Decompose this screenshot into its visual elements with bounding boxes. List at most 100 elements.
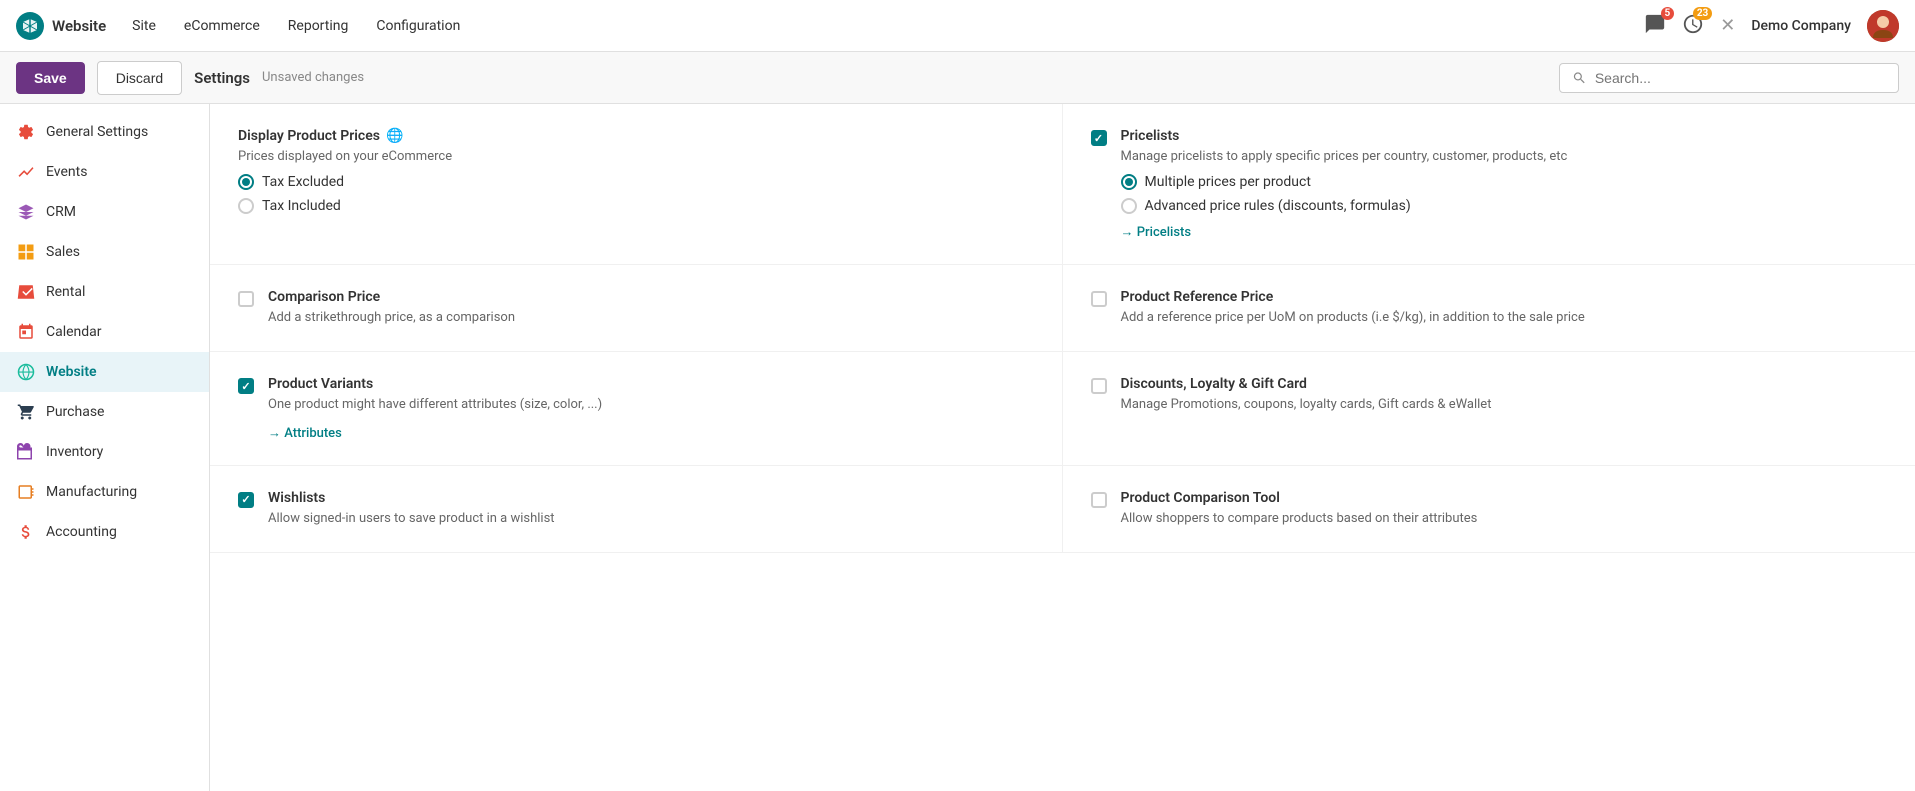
nav-site[interactable]: Site [130,14,158,38]
product-variants-desc: One product might have different attribu… [268,396,1034,414]
product-comparison-desc: Allow shoppers to compare products based… [1121,510,1888,528]
sidebar-item-website[interactable]: Website [0,352,209,392]
sidebar-label: Accounting [46,524,117,540]
app-title: Website [52,17,106,35]
main-layout: General Settings Events CRM Sales Rental [0,104,1915,791]
sidebar: General Settings Events CRM Sales Rental [0,104,210,791]
website-icon [16,362,36,382]
discounts-desc: Manage Promotions, coupons, loyalty card… [1121,396,1888,414]
comparison-price-desc: Add a strikethrough price, as a comparis… [268,309,1034,327]
nav-reporting[interactable]: Reporting [286,14,351,38]
sidebar-item-general-settings[interactable]: General Settings [0,112,209,152]
display-product-prices-cell: Display Product Prices 🌐 Prices displaye… [210,104,1063,265]
rental-icon [16,282,36,302]
sidebar-label: Calendar [46,324,102,340]
display-prices-desc: Prices displayed on your eCommerce [238,148,1034,166]
sidebar-label: Events [46,164,87,180]
sidebar-item-manufacturing[interactable]: Manufacturing [0,472,209,512]
search-input[interactable] [1595,70,1886,86]
advanced-price-label: Advanced price rules (discounts, formula… [1145,198,1411,214]
pricelists-content: Pricelists Manage pricelists to apply sp… [1121,128,1888,240]
pricelists-desc: Manage pricelists to apply specific pric… [1121,148,1888,166]
product-reference-price-content: Product Reference Price Add a reference … [1121,289,1888,327]
wishlists-content: Wishlists Allow signed-in users to save … [268,490,1034,528]
pricelists-radio-group: Multiple prices per product Advanced pri… [1121,174,1888,214]
tax-excluded-radio[interactable] [238,174,254,190]
nav-ecommerce[interactable]: eCommerce [182,14,262,38]
pricelists-checkbox[interactable] [1091,130,1107,146]
advanced-price-option[interactable]: Advanced price rules (discounts, formula… [1121,198,1888,214]
sidebar-item-accounting[interactable]: Accounting [0,512,209,552]
sidebar-label: Rental [46,284,85,300]
product-reference-price-title: Product Reference Price [1121,289,1888,305]
save-button[interactable]: Save [16,62,85,94]
nav-configuration[interactable]: Configuration [374,14,462,38]
user-avatar[interactable] [1867,10,1899,42]
sidebar-item-inventory[interactable]: Inventory [0,432,209,472]
sales-icon [16,242,36,262]
product-reference-price-desc: Add a reference price per UoM on product… [1121,309,1888,327]
multiple-prices-radio[interactable] [1121,174,1137,190]
multiple-prices-option[interactable]: Multiple prices per product [1121,174,1888,190]
tax-excluded-option[interactable]: Tax Excluded [238,174,1034,190]
company-name: Demo Company [1751,18,1851,34]
product-reference-price-checkbox[interactable] [1091,291,1107,307]
toolbar: Save Discard Settings Unsaved changes [0,52,1915,104]
pricelists-cell: Pricelists Manage pricelists to apply sp… [1063,104,1915,265]
top-navigation: Website Site eCommerce Reporting Configu… [0,0,1915,52]
activity-button[interactable]: 23 [1682,13,1704,39]
purchase-icon [16,402,36,422]
general-settings-icon [16,122,36,142]
product-comparison-title: Product Comparison Tool [1121,490,1888,506]
sidebar-label: Inventory [46,444,103,460]
search-bar[interactable] [1559,63,1899,93]
sidebar-item-rental[interactable]: Rental [0,272,209,312]
product-comparison-content: Product Comparison Tool Allow shoppers t… [1121,490,1888,528]
wishlists-desc: Allow signed-in users to save product in… [268,510,1034,528]
multiple-prices-label: Multiple prices per product [1145,174,1311,190]
comparison-price-title: Comparison Price [268,289,1034,305]
globe-icon: 🌐 [386,128,403,144]
tax-radio-group: Tax Excluded Tax Included [238,174,1034,214]
sidebar-label: Purchase [46,404,104,420]
sidebar-item-crm[interactable]: CRM [0,192,209,232]
display-prices-title-text: Display Product Prices [238,128,380,144]
sidebar-item-sales[interactable]: Sales [0,232,209,272]
advanced-price-radio[interactable] [1121,198,1137,214]
activity-badge: 23 [1693,7,1712,20]
calendar-icon [16,322,36,342]
settings-content: Display Product Prices 🌐 Prices displaye… [210,104,1915,791]
comparison-price-content: Comparison Price Add a strikethrough pri… [268,289,1034,327]
product-variants-title: Product Variants [268,376,1034,392]
sidebar-label: CRM [46,204,76,220]
app-logo[interactable]: Website [16,12,106,40]
sidebar-item-calendar[interactable]: Calendar [0,312,209,352]
discard-button[interactable]: Discard [97,61,182,95]
sidebar-label: General Settings [46,124,148,140]
pricelists-link[interactable]: → Pricelists [1121,224,1192,240]
tax-excluded-label: Tax Excluded [262,174,344,190]
sidebar-label: Manufacturing [46,484,137,500]
wishlists-checkbox[interactable] [238,492,254,508]
page-title: Settings [194,69,250,87]
sidebar-item-purchase[interactable]: Purchase [0,392,209,432]
product-comparison-checkbox[interactable] [1091,492,1107,508]
product-variants-checkbox[interactable] [238,378,254,394]
product-variants-content: Product Variants One product might have … [268,376,1034,440]
messages-badge: 5 [1661,7,1675,20]
discounts-title: Discounts, Loyalty & Gift Card [1121,376,1888,392]
settings-grid: Display Product Prices 🌐 Prices displaye… [210,104,1915,553]
unsaved-changes-label: Unsaved changes [262,70,364,85]
attributes-link[interactable]: → Attributes [268,425,342,441]
wishlists-title: Wishlists [268,490,1034,506]
close-icon[interactable]: ✕ [1720,15,1735,36]
sidebar-item-events[interactable]: Events [0,152,209,192]
tax-included-option[interactable]: Tax Included [238,198,1034,214]
product-reference-price-cell: Product Reference Price Add a reference … [1063,265,1915,352]
discounts-checkbox[interactable] [1091,378,1107,394]
comparison-price-checkbox[interactable] [238,291,254,307]
tax-included-radio[interactable] [238,198,254,214]
comparison-price-cell: Comparison Price Add a strikethrough pri… [210,265,1063,352]
messages-button[interactable]: 5 [1644,13,1666,39]
display-product-prices-content: Display Product Prices 🌐 Prices displaye… [238,128,1034,214]
